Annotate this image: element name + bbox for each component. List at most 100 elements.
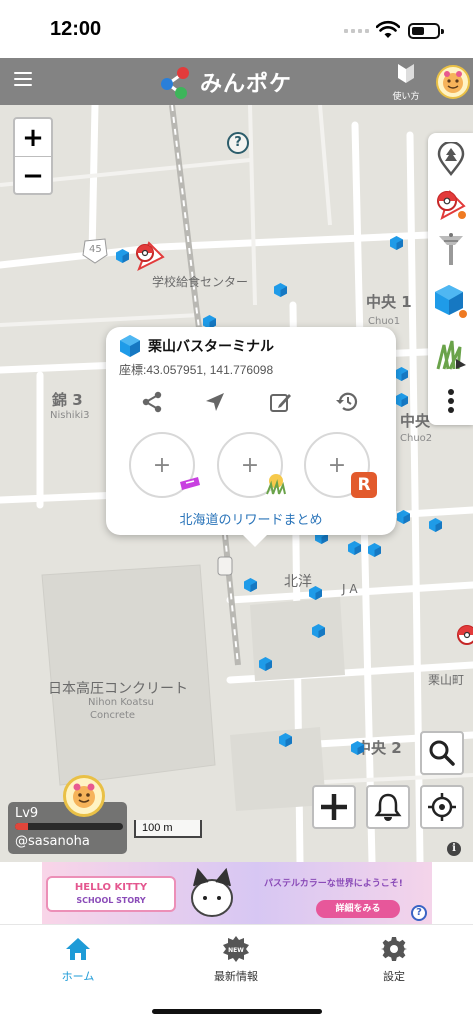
cube-marker-icon[interactable] — [309, 586, 322, 600]
ad-area: HELLO KITTY SCHOOL STORY パステルカラーな世界にようこそ… — [0, 862, 473, 924]
cellular-signal-icon — [344, 29, 369, 33]
ad-choices-icon[interactable]: ? — [411, 905, 427, 921]
cube-marker-icon[interactable] — [429, 518, 442, 532]
avatar-face-icon — [443, 71, 463, 93]
ad-cta-button[interactable]: 詳細をみる — [316, 900, 400, 918]
map-label-nihon-koatsu-roman1: Nihon Koatsu — [88, 697, 155, 708]
map-label-chuo1-roman: Chuo1 — [368, 316, 401, 327]
regional-rewards-link[interactable]: 北海道のリワードまとめ — [106, 509, 396, 528]
usage-guide-button[interactable]: 使い方 — [388, 62, 424, 102]
app-logo: みんポケ — [158, 64, 292, 100]
ticket-icon — [180, 477, 200, 490]
tower-icon — [439, 233, 463, 265]
cube-filter-icon — [435, 285, 467, 318]
pokeball-marker-icon-edge[interactable] — [455, 621, 473, 655]
zoom-control: + − — [13, 117, 53, 195]
status-bar: 12:00 — [0, 0, 473, 58]
crosshair-icon — [428, 793, 456, 821]
filter-cube[interactable] — [433, 281, 469, 321]
ad-character-icon — [191, 868, 233, 917]
help-marker[interactable]: ? — [227, 132, 249, 154]
more-options-button[interactable] — [433, 381, 469, 421]
history-icon — [336, 392, 358, 411]
player-avatar-icon — [73, 783, 95, 808]
map-view[interactable]: 45 学校給食センター 錦 3 Nishiki3 中央 1 Chuo1 中央 C… — [0, 105, 473, 862]
marker-filter-panel — [428, 133, 473, 425]
research-badge-icon: R — [351, 472, 377, 498]
notification-button[interactable] — [366, 785, 410, 829]
history-button[interactable] — [334, 389, 360, 415]
current-location-button[interactable] — [420, 785, 464, 829]
usage-guide-label: 使い方 — [392, 92, 420, 102]
cube-marker-icon[interactable] — [348, 541, 361, 555]
popup-actions — [106, 389, 396, 417]
map-label-school-center: 学校給食センター — [152, 275, 249, 289]
pokeball-filter-icon — [437, 190, 466, 220]
map-label-ja: J A — [342, 582, 358, 596]
profile-avatar[interactable] — [436, 65, 470, 99]
zoom-in-button[interactable]: + — [15, 119, 51, 156]
map-label-chuo2-roman: Chuo2 — [400, 433, 433, 444]
map-info-icon[interactable]: i — [447, 842, 461, 856]
popup-coordinates: 座標:43.057951, 141.776098 — [119, 363, 274, 377]
nav-home-label: ホーム — [61, 970, 95, 983]
map-label-chuo2: 中央 — [400, 412, 431, 430]
more-vertical-icon — [448, 389, 454, 413]
filter-tower[interactable] — [433, 229, 469, 269]
share-icon — [142, 391, 162, 413]
cube-marker-icon[interactable] — [279, 733, 292, 747]
popup-cube-icon — [120, 335, 140, 357]
cube-marker-icon[interactable] — [390, 236, 403, 250]
mystery-grass-icon — [266, 474, 286, 495]
map-label-chuo1: 中央 1 — [366, 293, 412, 311]
filter-grass[interactable] — [433, 333, 469, 373]
cube-marker-icon[interactable] — [395, 393, 408, 407]
ad-logo: HELLO KITTY SCHOOL STORY — [46, 876, 176, 912]
nav-settings[interactable]: 設定 — [344, 935, 444, 984]
zoom-out-button[interactable]: − — [15, 157, 51, 194]
edit-icon — [270, 394, 291, 412]
logo-icon — [161, 67, 189, 99]
pokeball-marker-icon[interactable] — [133, 239, 167, 273]
navigation-arrow-icon — [206, 393, 224, 411]
location-popup: 栗山バスターミナル 座標:43.057951, 141.776098 + + +… — [106, 327, 396, 547]
map-label-nihon-koatsu-roman2: Concrete — [90, 710, 136, 721]
nav-settings-label: 設定 — [383, 970, 405, 983]
filter-pokeball[interactable] — [433, 183, 469, 223]
cube-marker-icon[interactable] — [244, 578, 257, 592]
gear-icon — [381, 937, 407, 961]
cube-marker-icon[interactable] — [368, 543, 381, 557]
home-icon — [66, 938, 90, 960]
road-number-label: 45 — [89, 244, 102, 255]
cube-marker-icon[interactable] — [274, 283, 287, 297]
cube-marker-icon[interactable] — [312, 624, 325, 638]
home-indicator[interactable] — [152, 1009, 322, 1014]
cube-marker-icon[interactable] — [395, 367, 408, 381]
nav-news[interactable]: NEW 最新情報 — [186, 935, 286, 984]
map-pin-icon — [437, 142, 465, 176]
cube-marker-icon[interactable] — [351, 741, 364, 755]
app-name: みんポケ — [200, 72, 293, 97]
cube-marker-icon[interactable] — [259, 657, 272, 671]
menu-button[interactable] — [14, 72, 32, 86]
share-button[interactable] — [139, 389, 165, 415]
add-spot-button[interactable] — [312, 785, 356, 829]
ad-banner[interactable]: HELLO KITTY SCHOOL STORY パステルカラーな世界にようこそ… — [42, 862, 432, 924]
search-button[interactable] — [420, 731, 464, 775]
player-avatar[interactable] — [63, 775, 105, 817]
player-username: @sasanoha — [15, 834, 90, 849]
beginner-mark-icon — [398, 64, 414, 83]
filter-location-pin[interactable] — [433, 139, 469, 179]
grass-icon — [436, 340, 466, 370]
edit-button[interactable] — [268, 389, 294, 415]
ad-left-text: HELLO KITTY — [74, 882, 148, 893]
map-label-nishiki3: 錦 3 — [52, 391, 83, 409]
battery-icon — [408, 23, 444, 39]
plus-icon — [321, 794, 347, 820]
map-label-nihon-koatsu: 日本高圧コンクリート — [48, 681, 188, 697]
ad-headline: パステルカラーな世界にようこそ! — [264, 879, 403, 889]
cube-marker-icon[interactable] — [116, 249, 129, 263]
navigate-button[interactable] — [202, 389, 228, 415]
nav-home[interactable]: ホーム — [28, 935, 128, 984]
cube-marker-icon[interactable] — [397, 510, 410, 524]
